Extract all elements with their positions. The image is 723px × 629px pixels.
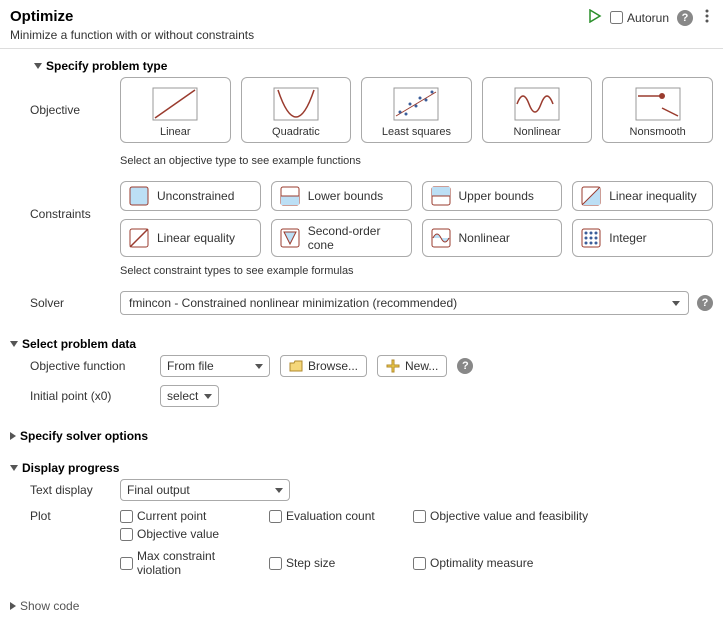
- objective-card-nonlinear[interactable]: Nonlinear: [482, 77, 593, 143]
- chevron-down-icon: [10, 341, 18, 347]
- constraint-label: Nonlinear: [459, 231, 510, 245]
- section-header-problem-type[interactable]: Specify problem type: [10, 53, 713, 77]
- section-header-display-progress[interactable]: Display progress: [10, 455, 713, 479]
- plot-check-current-point[interactable]: Current point: [120, 509, 255, 523]
- section-title: Specify problem type: [46, 59, 167, 73]
- chevron-right-icon: [10, 432, 16, 440]
- constraints-label: Constraints: [10, 181, 110, 221]
- constraint-label: Second-order cone: [308, 224, 403, 252]
- help-icon[interactable]: ?: [697, 295, 713, 311]
- folder-icon: [289, 360, 303, 372]
- page-title: Optimize: [10, 8, 254, 25]
- section-header-solver-options[interactable]: Specify solver options: [10, 423, 713, 447]
- initial-point-select[interactable]: select: [160, 385, 219, 407]
- constraint-label: Upper bounds: [459, 189, 534, 203]
- section-show-code: Show code: [0, 589, 723, 629]
- section-title: Show code: [20, 599, 79, 613]
- constraint-lower-bounds[interactable]: Lower bounds: [271, 181, 412, 211]
- chevron-down-icon: [10, 465, 18, 471]
- plot-check-optimality[interactable]: Optimality measure: [413, 549, 533, 577]
- autorun-checkbox[interactable]: Autorun: [610, 11, 669, 25]
- chevron-down-icon: [672, 301, 680, 306]
- help-icon[interactable]: ?: [457, 358, 473, 374]
- new-button[interactable]: New...: [377, 355, 447, 377]
- plot-label: Plot: [10, 509, 110, 523]
- constraint-label: Linear inequality: [609, 189, 696, 203]
- section-problem-type: Specify problem type Objective Linear Qu…: [0, 49, 723, 327]
- section-header-show-code[interactable]: Show code: [10, 593, 713, 617]
- objective-label: Objective: [10, 103, 110, 117]
- browse-label: Browse...: [308, 359, 358, 373]
- section-problem-data: Select problem data Objective function F…: [0, 327, 723, 419]
- plot-check-obj-val[interactable]: Objective value: [120, 527, 219, 541]
- section-display-progress: Display progress Text display Final outp…: [0, 451, 723, 589]
- solver-label: Solver: [10, 296, 110, 310]
- section-title: Display progress: [22, 461, 119, 475]
- objective-card-label: Nonlinear: [487, 126, 588, 138]
- objective-function-select[interactable]: From file: [160, 355, 270, 377]
- constraint-integer[interactable]: Integer: [572, 219, 713, 257]
- autorun-input[interactable]: [610, 11, 623, 24]
- objective-card-label: Least squares: [366, 126, 467, 138]
- objective-function-label: Objective function: [10, 359, 150, 373]
- run-button[interactable]: [588, 9, 602, 26]
- constraint-nonlinear[interactable]: Nonlinear: [422, 219, 563, 257]
- constraint-label: Lower bounds: [308, 189, 383, 203]
- page-subtitle: Minimize a function with or without cons…: [10, 28, 254, 42]
- initial-point-label: Initial point (x0): [10, 389, 150, 403]
- constraint-label: Integer: [609, 231, 646, 245]
- new-label: New...: [405, 359, 438, 373]
- header-left: Optimize Minimize a function with or wit…: [10, 8, 254, 42]
- header: Optimize Minimize a function with or wit…: [0, 0, 723, 49]
- section-title: Specify solver options: [20, 429, 148, 443]
- plot-check-step-size[interactable]: Step size: [269, 549, 399, 577]
- chevron-down-icon: [255, 364, 263, 369]
- plot-check-eval-count[interactable]: Evaluation count: [269, 509, 399, 523]
- objective-card-quadratic[interactable]: Quadratic: [241, 77, 352, 143]
- solver-select[interactable]: fmincon - Constrained nonlinear minimiza…: [120, 291, 689, 315]
- solver-value: fmincon - Constrained nonlinear minimiza…: [129, 296, 457, 310]
- objective-function-value: From file: [167, 359, 214, 373]
- constraint-second-order-cone[interactable]: Second-order cone: [271, 219, 412, 257]
- constraints-hint: Select constraint types to see example f…: [120, 265, 713, 277]
- section-solver-options: Specify solver options: [0, 419, 723, 451]
- plot-check-max-viol[interactable]: Max constraint violation: [120, 549, 255, 577]
- text-display-value: Final output: [127, 483, 190, 497]
- constraint-linear-inequality[interactable]: Linear inequality: [572, 181, 713, 211]
- constraint-label: Unconstrained: [157, 189, 234, 203]
- chevron-down-icon: [275, 488, 283, 493]
- help-icon[interactable]: ?: [677, 10, 693, 26]
- text-display-label: Text display: [10, 483, 110, 497]
- objective-card-nonsmooth[interactable]: Nonsmooth: [602, 77, 713, 143]
- objective-card-label: Linear: [125, 126, 226, 138]
- more-menu-icon[interactable]: [701, 8, 713, 27]
- constraint-upper-bounds[interactable]: Upper bounds: [422, 181, 563, 211]
- autorun-label: Autorun: [627, 11, 669, 25]
- text-display-select[interactable]: Final output: [120, 479, 290, 501]
- chevron-down-icon: [204, 394, 212, 399]
- constraint-linear-equality[interactable]: Linear equality: [120, 219, 261, 257]
- objective-card-label: Quadratic: [246, 126, 347, 138]
- constraint-label: Linear equality: [157, 231, 235, 245]
- initial-point-value: select: [167, 389, 198, 403]
- chevron-down-icon: [34, 63, 42, 69]
- chevron-right-icon: [10, 602, 16, 610]
- section-title: Select problem data: [22, 337, 136, 351]
- objective-card-linear[interactable]: Linear: [120, 77, 231, 143]
- constraint-unconstrained[interactable]: Unconstrained: [120, 181, 261, 211]
- plot-check-obj-feas[interactable]: Objective value and feasibility: [413, 509, 603, 523]
- objective-card-leastsq[interactable]: Least squares: [361, 77, 472, 143]
- objective-card-label: Nonsmooth: [607, 126, 708, 138]
- objective-hint: Select an objective type to see example …: [120, 155, 713, 167]
- browse-button[interactable]: Browse...: [280, 355, 367, 377]
- header-right: Autorun ?: [588, 8, 713, 27]
- section-header-problem-data[interactable]: Select problem data: [10, 331, 713, 355]
- plus-icon: [386, 359, 400, 373]
